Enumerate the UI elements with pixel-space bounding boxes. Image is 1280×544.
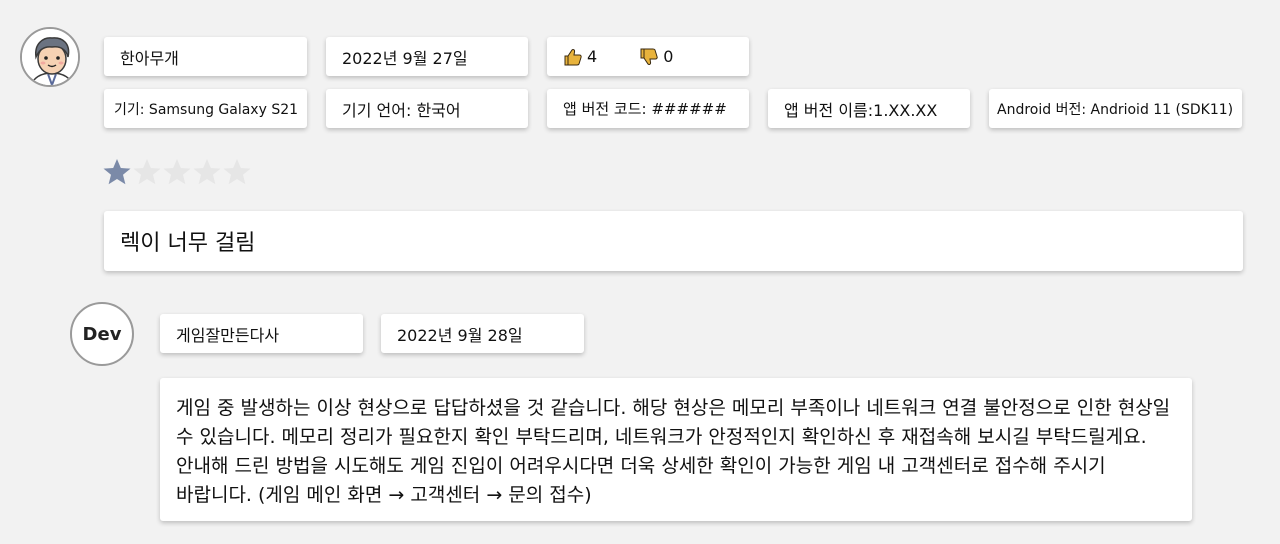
thumbs-up-count: 4 — [587, 47, 598, 66]
thumbs-up-icon — [564, 48, 582, 65]
developer-name: 게임잘만든다사 — [176, 325, 280, 345]
star-rating — [102, 157, 252, 187]
thumbs-down-count: 0 — [663, 47, 674, 66]
developer-avatar: Dev — [70, 302, 134, 366]
app-version-name-card: 앱 버전 이름:1.XX.XX — [768, 89, 970, 128]
thumbs-up-button[interactable]: 4 — [563, 47, 597, 67]
device-card: 기기: Samsung Galaxy S21 — [104, 89, 307, 128]
reviewer-name: 한아무개 — [120, 48, 179, 68]
star-empty-icon — [193, 159, 221, 185]
reviewer-name-card: 한아무개 — [104, 37, 307, 76]
app-version-code-card: 앱 버전 코드: ###### — [547, 89, 749, 128]
reply-date: 2022년 9월 28일 — [397, 325, 523, 345]
thumbs-down-button[interactable]: 0 — [639, 47, 673, 67]
review-date: 2022년 9월 27일 — [342, 48, 468, 68]
review-text-card: 렉이 너무 걸림 — [104, 211, 1243, 271]
review-date-card: 2022년 9월 27일 — [326, 37, 528, 76]
star-empty-icon — [163, 159, 191, 185]
cartoon-avatar-icon — [22, 29, 78, 85]
developer-reply-text: 게임 중 발생하는 이상 현상으로 답답하셨을 것 같습니다. 해당 현상은 메… — [176, 397, 1171, 506]
app-version-name: 앱 버전 이름:1.XX.XX — [784, 100, 938, 120]
vote-card: 4 0 — [547, 37, 749, 76]
reviewer-avatar — [20, 27, 80, 87]
developer-name-card: 게임잘만든다사 — [160, 314, 363, 353]
review-text: 렉이 너무 걸림 — [120, 231, 256, 256]
thumbs-down-icon — [640, 48, 658, 65]
device-language-card: 기기 언어: 한국어 — [326, 89, 528, 128]
android-version-card: Android 버전: Andrioid 11 (SDK11) — [989, 89, 1242, 128]
device-language: 기기 언어: 한국어 — [342, 100, 461, 120]
star-filled-icon — [103, 159, 131, 185]
reply-date-card: 2022년 9월 28일 — [381, 314, 584, 353]
star-empty-icon — [133, 159, 161, 185]
developer-reply-text-card: 게임 중 발생하는 이상 현상으로 답답하셨을 것 같습니다. 해당 현상은 메… — [160, 378, 1192, 521]
star-empty-icon — [223, 159, 251, 185]
developer-avatar-label: Dev — [82, 323, 122, 345]
device-info: 기기: Samsung Galaxy S21 — [114, 101, 299, 118]
android-version: Android 버전: Andrioid 11 (SDK11) — [997, 101, 1234, 118]
app-version-code: 앱 버전 코드: ###### — [563, 100, 727, 118]
